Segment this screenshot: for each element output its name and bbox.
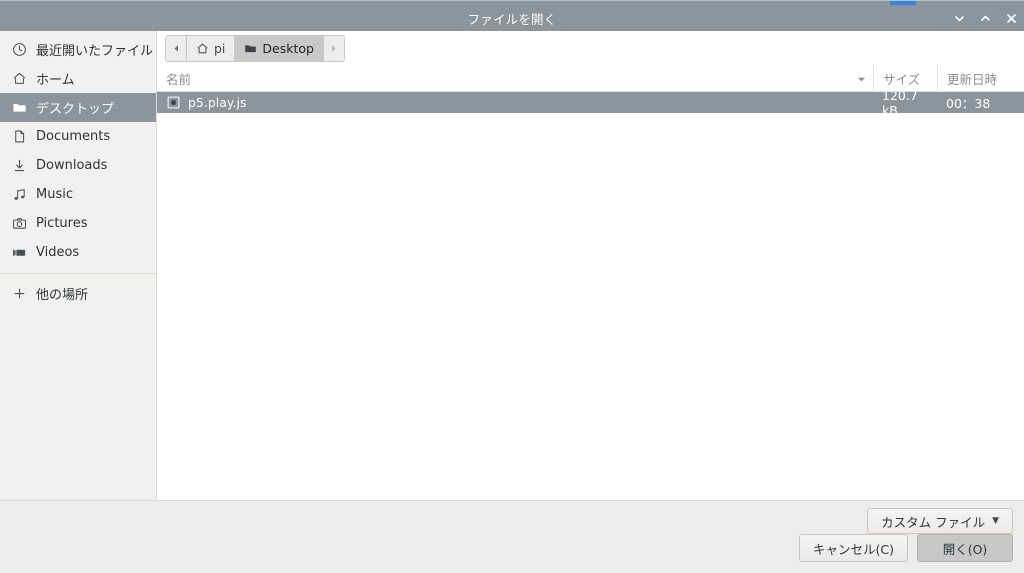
sidebar-item-videos[interactable]: Videos [0, 238, 156, 267]
file-filter-label: カスタム ファイル [881, 514, 986, 530]
sidebar-item-pictures[interactable]: Pictures [0, 209, 156, 238]
chevron-down-icon: ▼ [992, 515, 999, 526]
file-size-cell: 120.7 kB [882, 92, 918, 118]
breadcrumb-label: pi [214, 40, 226, 56]
binary-file-icon [166, 96, 180, 110]
breadcrumb-label: Desktop [262, 40, 314, 56]
breadcrumb-item-home[interactable]: pi [187, 35, 236, 61]
file-name-cell: p5.play.js [157, 95, 873, 110]
column-header-label: サイズ [883, 71, 921, 87]
column-header-size[interactable]: サイズ [873, 65, 937, 91]
folder-icon [244, 42, 257, 55]
sidebar-separator [0, 273, 156, 274]
window-controls [952, 5, 1018, 31]
sidebar-item-label: Music [36, 187, 73, 202]
sidebar-item-label: Videos [36, 245, 80, 260]
sidebar-item-downloads[interactable]: Downloads [0, 151, 156, 180]
maximize-icon[interactable] [978, 11, 992, 25]
column-header-modified[interactable]: 更新日時 [937, 65, 1024, 91]
dialog-body: 最近開いたファイル ホーム デスクトップ Documents Downloads… [0, 31, 1024, 500]
sidebar-item-desktop[interactable]: デスクトップ [0, 93, 156, 122]
column-header-name[interactable]: 名前 [157, 65, 873, 91]
places-sidebar: 最近開いたファイル ホーム デスクトップ Documents Downloads… [0, 31, 157, 500]
folder-icon [11, 100, 27, 116]
download-icon [11, 158, 27, 174]
sidebar-item-label: 他の場所 [36, 288, 89, 303]
sidebar-item-label: Pictures [36, 216, 88, 231]
close-icon[interactable] [1004, 11, 1018, 25]
breadcrumb-item-desktop[interactable]: Desktop [235, 35, 324, 61]
file-modified-cell: 00：38 [946, 96, 991, 111]
cancel-button[interactable]: キャンセル(C) [799, 534, 908, 562]
column-header-label: 名前 [166, 71, 192, 87]
file-browser-pane: pi Desktop 名前 サイズ 更新日時 p5.play.js 120.7 … [157, 31, 1024, 500]
breadcrumb: pi Desktop [165, 34, 345, 62]
video-icon [11, 245, 27, 261]
table-row[interactable]: p5.play.js 120.7 kB 00：38 [157, 92, 1024, 118]
sort-descending-icon [857, 71, 866, 86]
sidebar-item-label: Documents [36, 129, 111, 144]
window-title: ファイルを開く [467, 11, 557, 27]
places-list: 最近開いたファイル ホーム デスクトップ Documents Downloads… [0, 35, 156, 308]
home-icon [196, 42, 209, 55]
dialog-action-bar: カスタム ファイル ▼ キャンセル(C) 開く(O) [0, 500, 1024, 573]
file-filter-dropdown[interactable]: カスタム ファイル ▼ [867, 508, 1013, 534]
pathbar-row: pi Desktop [157, 31, 1024, 65]
sidebar-item-music[interactable]: Music [0, 180, 156, 209]
sidebar-item-home[interactable]: ホーム [0, 64, 156, 93]
home-icon [11, 71, 27, 87]
breadcrumb-forward-button[interactable] [323, 35, 344, 61]
music-icon [11, 187, 27, 203]
clock-icon [11, 42, 27, 58]
sidebar-item-documents[interactable]: Documents [0, 122, 156, 151]
file-list[interactable]: p5.play.js 120.7 kB 00：38 [157, 92, 1024, 500]
file-name-label: p5.play.js [188, 95, 247, 110]
plus-icon [11, 286, 27, 302]
titlebar[interactable]: ファイルを開く [0, 5, 1024, 31]
open-file-dialog-window: ファイルを開く 最近開いたファイル ホーム デスクトップ Documents D… [0, 5, 1024, 573]
sidebar-item-label: 最近開いたファイル [36, 44, 154, 59]
file-filter-row: カスタム ファイル ▼ [867, 508, 1013, 534]
open-button[interactable]: 開く(O) [917, 534, 1013, 562]
sidebar-item-label: ホーム [36, 73, 75, 88]
sidebar-item-other-locations[interactable]: 他の場所 [0, 279, 156, 308]
breadcrumb-back-button[interactable] [166, 35, 187, 61]
document-icon [11, 129, 27, 145]
sidebar-item-label: デスクトップ [36, 102, 115, 117]
minimize-icon[interactable] [952, 11, 966, 25]
sidebar-item-recent[interactable]: 最近開いたファイル [0, 35, 156, 64]
camera-icon [11, 216, 27, 232]
dialog-buttons: キャンセル(C) 開く(O) [799, 534, 1013, 562]
column-header-label: 更新日時 [947, 71, 998, 87]
sidebar-item-label: Downloads [36, 158, 108, 173]
file-list-header: 名前 サイズ 更新日時 [157, 65, 1024, 92]
